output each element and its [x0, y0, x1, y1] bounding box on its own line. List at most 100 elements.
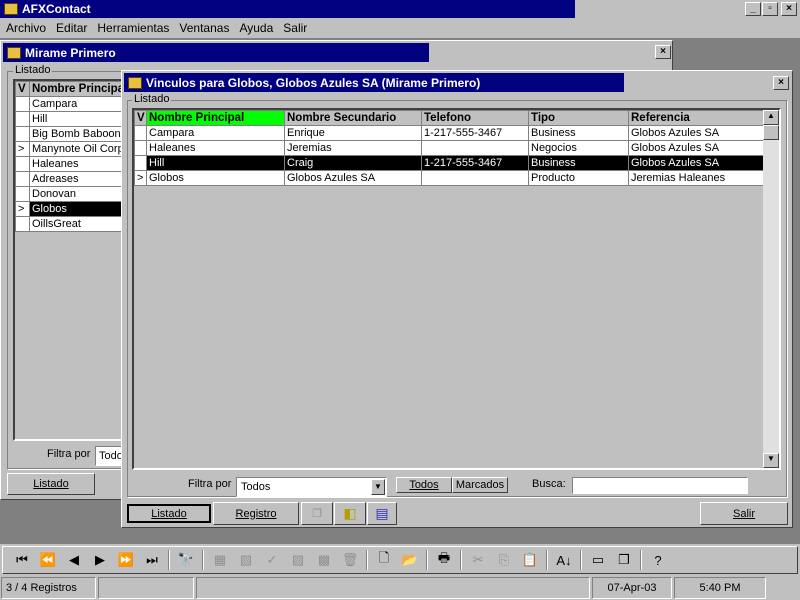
trash-icon[interactable]: 🗑	[337, 552, 363, 568]
table-cell	[421, 170, 529, 186]
close-button[interactable]: ×	[781, 2, 797, 16]
filter-select[interactable]: Todos ▼	[236, 477, 387, 497]
vertical-scrollbar[interactable]: ▲ ▼	[763, 110, 779, 468]
app-title-bar: AFXContact	[0, 0, 575, 18]
menu-bar: Archivo Editar Herramientas Ventanas Ayuda Sa…	[6, 21, 317, 35]
row-marker	[15, 186, 30, 202]
tile-icon[interactable]: ▭	[585, 552, 611, 568]
tab-listado[interactable]: Listado	[127, 504, 211, 523]
paste-icon[interactable]: 📋	[517, 552, 543, 568]
chevron-down-icon[interactable]: ▼	[371, 479, 385, 495]
toolbar-separator	[580, 550, 582, 570]
status-pane	[196, 577, 590, 599]
table-row[interactable]: Campara	[15, 96, 131, 112]
table-cell: Business	[528, 125, 629, 141]
toolbar-separator	[640, 550, 642, 570]
copy-icon[interactable]: ⎘	[491, 552, 517, 568]
column-header[interactable]: V	[134, 110, 147, 126]
column-header[interactable]: Telefono	[421, 110, 529, 126]
table-row[interactable]: Haleanes Jeremias Negocios Globos Azules SA	[134, 140, 766, 156]
table-cell: Globos Azules SA	[628, 155, 766, 171]
first-icon[interactable]: ⏮	[9, 552, 35, 568]
table-row[interactable]: Hill	[15, 111, 131, 127]
app-title: AFXContact	[22, 2, 91, 16]
table-row[interactable]: Campara Enrique 1-217-555-3467 Business Glob…	[134, 125, 766, 141]
new-record-icon[interactable]: ▦	[207, 552, 233, 568]
column-header[interactable]: Referencia	[628, 110, 766, 126]
status-time: 5:40 PM	[674, 577, 766, 599]
table-row[interactable]: > Manynote Oil Corp.	[15, 141, 131, 157]
column-header[interactable]: Nombre Principal	[146, 110, 285, 126]
table-row[interactable]: Big Bomb Baboons	[15, 126, 131, 142]
menu-herramientas[interactable]: Herramientas	[97, 21, 169, 35]
table-row[interactable]: Hill Craig 1-217-555-3467 Business Globos Az…	[134, 155, 766, 171]
maximize-button[interactable]: ▫	[762, 2, 778, 16]
todos-button[interactable]: Todos	[396, 477, 452, 493]
window-icon	[128, 76, 142, 89]
note-document-icon[interactable]: ▤	[367, 502, 397, 525]
cascade-icon[interactable]: ❐	[611, 552, 637, 568]
filter-value: Todos	[241, 481, 271, 493]
group-label: Listado	[13, 64, 53, 76]
close-button[interactable]: ×	[655, 45, 671, 59]
salir-button[interactable]: Salir	[700, 502, 788, 525]
copy-window-icon[interactable]: ❐	[301, 502, 333, 525]
new-file-icon[interactable]: 🗋	[371, 549, 397, 571]
binoculars-icon[interactable]: 🔭	[173, 552, 199, 568]
marcados-button[interactable]: Marcados	[452, 477, 508, 493]
scroll-down-button[interactable]: ▼	[763, 453, 779, 468]
check-icon[interactable]: ✓	[259, 552, 285, 568]
next-page-icon[interactable]: ⏩	[113, 552, 139, 568]
undo-icon[interactable]: ▨	[285, 552, 311, 568]
table-row[interactable]: > Globos Globos Azules SA Producto Jeremias …	[134, 170, 766, 186]
print-icon[interactable]: 🖶	[431, 549, 457, 571]
search-input[interactable]	[572, 477, 748, 494]
sort-icon[interactable]: A↓	[551, 553, 577, 568]
split-view-icon[interactable]: ◧	[334, 502, 366, 525]
status-bar: 3 / 4 Registros 07-Apr-03 5:40 PM	[0, 577, 800, 600]
scroll-thumb[interactable]	[763, 125, 779, 140]
column-header[interactable]: Nombre Secundario	[284, 110, 422, 126]
column-header-nombre[interactable]: Nombre Principal	[29, 81, 131, 97]
table-cell: Globos Azules SA	[284, 170, 422, 186]
table-row[interactable]: > Globos	[15, 201, 131, 217]
cancel-icon[interactable]: ▩	[311, 552, 337, 568]
close-button[interactable]: ×	[773, 76, 789, 90]
menu-ayuda[interactable]: Ayuda	[239, 21, 273, 35]
menu-ventanas[interactable]: Ventanas	[179, 21, 229, 35]
column-header-v[interactable]: V	[15, 81, 30, 97]
table-row[interactable]: Adreases	[15, 171, 131, 187]
menu-archivo[interactable]: Archivo	[6, 21, 46, 35]
menu-editar[interactable]: Editar	[56, 21, 87, 35]
contacts-grid[interactable]: V Nombre Principal Campara Hill Big Bomb Bab…	[13, 79, 133, 441]
prev-page-icon[interactable]: ⏪	[35, 552, 61, 568]
open-folder-icon[interactable]: 📂	[397, 552, 423, 568]
links-grid[interactable]: V Nombre Principal Nombre Secundario Telefo…	[132, 108, 781, 470]
toolbar-separator	[460, 550, 462, 570]
cell-name: Globos	[29, 201, 131, 217]
minimize-button[interactable]: _	[745, 2, 761, 16]
table-row[interactable]: Donovan	[15, 186, 131, 202]
table-row[interactable]: OillsGreat	[15, 216, 131, 232]
row-marker: >	[15, 141, 30, 157]
prev-icon[interactable]: ◀	[61, 552, 87, 568]
scroll-up-button[interactable]: ▲	[763, 110, 779, 125]
last-icon[interactable]: ⏭	[139, 552, 165, 568]
column-header[interactable]: Tipo	[528, 110, 629, 126]
cut-icon[interactable]: ✂	[465, 552, 491, 568]
table-cell: 1-217-555-3467	[421, 155, 529, 171]
app-icon	[4, 3, 18, 15]
table-cell	[134, 155, 147, 171]
help-icon[interactable]: ?	[645, 553, 671, 568]
tab-listado[interactable]: Listado	[7, 473, 95, 495]
menu-salir[interactable]: Salir	[283, 21, 307, 35]
table-cell: Globos Azules SA	[628, 125, 766, 141]
cell-name: Adreases	[29, 171, 131, 187]
next-icon[interactable]: ▶	[87, 552, 113, 568]
toolbar-separator	[546, 550, 548, 570]
tab-registro[interactable]: Registro	[213, 502, 299, 525]
edit-record-icon[interactable]: ▧	[233, 552, 259, 568]
row-marker: >	[15, 201, 30, 217]
toolbar-separator	[168, 550, 170, 570]
table-row[interactable]: Haleanes	[15, 156, 131, 172]
